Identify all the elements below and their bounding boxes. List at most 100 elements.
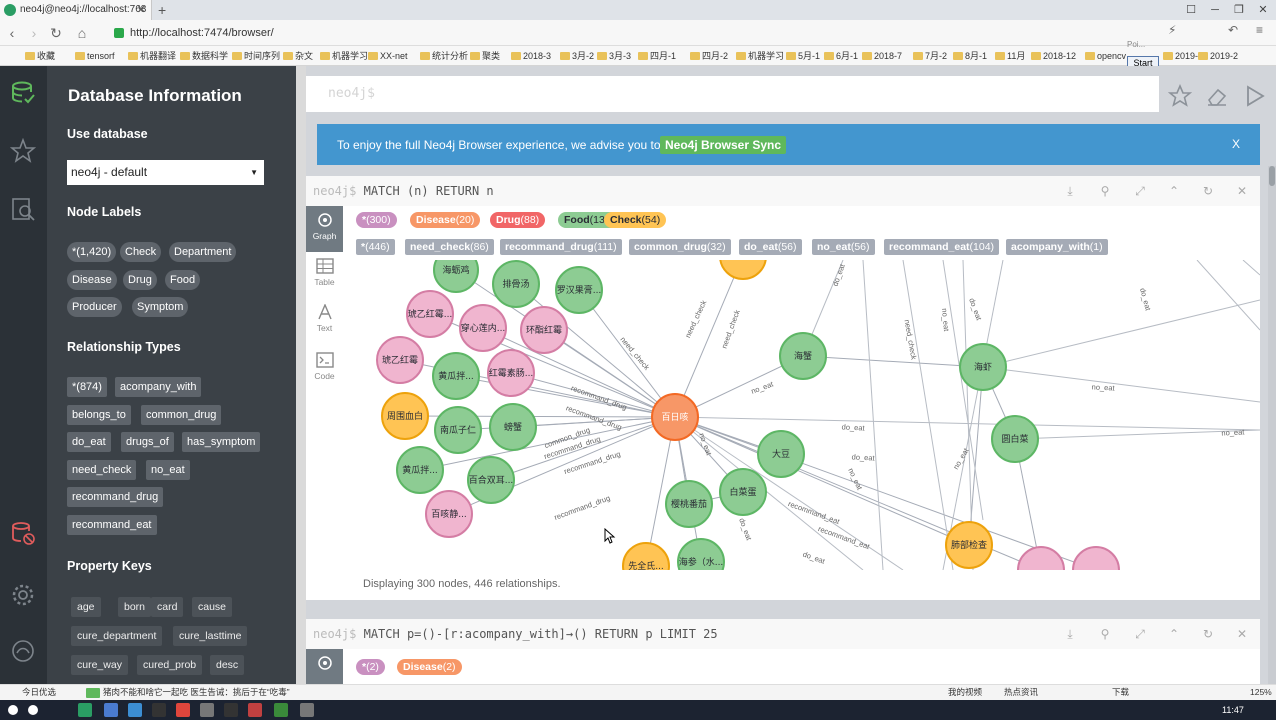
collapse-icon[interactable]: ⌃ xyxy=(1166,183,1182,199)
node-label-chip[interactable]: Drug(88) xyxy=(490,212,546,228)
bookmark-item[interactable]: XX-net xyxy=(368,46,408,65)
rerun-icon[interactable]: ↻ xyxy=(1200,626,1216,642)
node-label-pill[interactable]: Symptom xyxy=(132,297,189,317)
undo-icon[interactable]: ↶ xyxy=(1228,23,1238,37)
forward-icon[interactable]: › xyxy=(24,23,44,43)
relationship-type-chip[interactable]: recommand_eat(104) xyxy=(884,239,1000,255)
back-icon[interactable]: ‹ xyxy=(2,23,22,43)
close-frame-icon[interactable]: ✕ xyxy=(1234,626,1250,642)
tab-code[interactable]: Code xyxy=(306,346,343,392)
taskbar-app-icon[interactable] xyxy=(128,703,142,717)
relationship-type-chip[interactable]: common_drug(32) xyxy=(629,239,731,255)
bookmark-item[interactable]: 聚类 xyxy=(470,46,500,65)
status-zoom[interactable]: 125% xyxy=(1250,685,1272,700)
relationship-type-tag[interactable]: need_check xyxy=(67,460,137,480)
relationship-type-tag[interactable]: common_drug xyxy=(141,405,222,425)
bookmark-item[interactable]: 机器学习 xyxy=(736,46,784,65)
minimize-button[interactable]: ─ xyxy=(1204,0,1226,20)
bookmark-item[interactable]: 2019-2 xyxy=(1198,46,1238,65)
property-key-tag[interactable]: born xyxy=(118,597,152,617)
stream-scroll-thumb[interactable] xyxy=(1269,166,1275,186)
relationship-type-chip[interactable]: no_eat(56) xyxy=(812,239,875,255)
reload-icon[interactable]: ↻ xyxy=(46,23,66,43)
taskbar-app-icon[interactable] xyxy=(248,703,262,717)
browser-sync-link[interactable]: Neo4j Browser Sync xyxy=(660,136,787,154)
taskbar-app-icon[interactable] xyxy=(300,703,314,717)
run-query-play-icon[interactable] xyxy=(1243,84,1267,108)
drawer-scrollbar[interactable] xyxy=(296,66,306,684)
bookmark-item[interactable]: 2018-7 xyxy=(862,46,902,65)
bookmark-item[interactable]: 8月-1 xyxy=(953,46,987,65)
bookmark-item[interactable]: 11月 xyxy=(995,46,1025,65)
taskbar-app-icon[interactable] xyxy=(274,703,288,717)
bookmark-item[interactable]: 数据科学 xyxy=(180,46,228,65)
node-label-chip[interactable]: *(300) xyxy=(356,212,397,228)
tab-graph[interactable] xyxy=(306,649,343,684)
node-label-pill[interactable]: *(1,420) xyxy=(67,242,117,262)
taskbar-app-icon[interactable] xyxy=(28,705,38,715)
collapse-icon[interactable]: ⌃ xyxy=(1166,626,1182,642)
bookmark-item[interactable]: 5月-1 xyxy=(786,46,820,65)
bookmark-item[interactable]: 机器翻译 xyxy=(128,46,176,65)
taskbar-app-icon[interactable] xyxy=(224,703,238,717)
bookmark-item[interactable]: 四月-1 xyxy=(638,46,676,65)
node-label-pill[interactable]: Drug xyxy=(123,270,157,290)
status-left[interactable]: 今日优选 xyxy=(22,685,56,700)
node-label-chip[interactable]: Disease(20) xyxy=(410,212,481,228)
bookmark-item[interactable]: 2018-12 xyxy=(1031,46,1076,65)
bookmark-item[interactable]: 收藏 xyxy=(25,46,55,65)
node-label-pill[interactable]: Producer xyxy=(67,297,122,317)
bookmark-item[interactable]: 3月-3 xyxy=(597,46,631,65)
taskbar-app-icon[interactable] xyxy=(8,705,18,715)
node-label-pill[interactable]: Check xyxy=(120,242,162,262)
bookmark-item[interactable]: 时间序列 xyxy=(232,46,280,65)
graph-node[interactable] xyxy=(1072,546,1120,570)
relationship-type-chip[interactable]: acompany_with(1) xyxy=(1006,239,1108,255)
node-label-chip[interactable]: *(2) xyxy=(356,659,385,675)
relationship-type-tag[interactable]: no_eat xyxy=(146,460,190,480)
frame-query[interactable]: neo4j$ MATCH (n) RETURN n xyxy=(313,184,494,198)
bookmark-item[interactable]: 四月-2 xyxy=(690,46,728,65)
graph-visualization[interactable]: need_check need_checkrecommand_drugrecomm… xyxy=(343,260,1260,570)
relationship-type-tag[interactable]: do_eat xyxy=(67,432,111,452)
taskbar-app-icon[interactable] xyxy=(152,703,166,717)
settings-gear-icon[interactable] xyxy=(10,582,36,608)
relationship-type-chip[interactable]: need_check(86) xyxy=(405,239,494,255)
close-frame-icon[interactable]: ✕ xyxy=(1234,183,1250,199)
bookmark-item[interactable]: 杂文 xyxy=(283,46,313,65)
download-icon[interactable]: ⤓ xyxy=(1062,626,1078,642)
status-video[interactable]: 我的视频 xyxy=(948,685,982,700)
bookmark-item[interactable]: 机器学习 xyxy=(320,46,368,65)
status-download[interactable]: 下载 xyxy=(1112,685,1129,700)
close-tab-icon[interactable]: ✕ xyxy=(137,0,146,20)
clear-editor-eraser-icon[interactable] xyxy=(1205,84,1229,108)
bookmark-window-icon[interactable]: ☐ xyxy=(1180,0,1202,20)
new-tab-button[interactable]: + xyxy=(158,0,166,20)
property-key-tag[interactable]: card xyxy=(151,597,184,617)
taskbar-app-icon[interactable] xyxy=(200,703,214,717)
node-label-pill[interactable]: Disease xyxy=(67,270,117,290)
download-icon[interactable]: ⤓ xyxy=(1062,183,1078,199)
pin-icon[interactable]: ⚲ xyxy=(1097,183,1113,199)
property-key-tag[interactable]: cured_prob xyxy=(137,655,203,675)
favorites-star-icon[interactable] xyxy=(10,138,36,164)
disconnected-database-icon[interactable] xyxy=(10,520,36,546)
rerun-icon[interactable]: ↻ xyxy=(1200,183,1216,199)
tab-table[interactable]: Table xyxy=(306,252,343,298)
about-neo4j-icon[interactable] xyxy=(10,638,36,664)
taskbar-app-icon[interactable] xyxy=(104,703,118,717)
status-news[interactable]: 猪肉不能和啥它一起吃 医生告诫：挑后于在“吃毒” xyxy=(103,685,290,700)
pin-icon[interactable]: ⚲ xyxy=(1097,626,1113,642)
tab-graph[interactable]: Graph xyxy=(306,206,343,252)
favorite-query-star-icon[interactable] xyxy=(1168,84,1192,108)
relationship-type-tag[interactable]: recommand_drug xyxy=(67,487,164,507)
property-key-tag[interactable]: age xyxy=(71,597,101,617)
database-select[interactable]: neo4j - default ▼ xyxy=(67,160,264,185)
node-label-chip[interactable]: Disease(2) xyxy=(397,659,462,675)
node-label-pill[interactable]: Department xyxy=(169,242,237,262)
relationship-type-tag[interactable]: drugs_of xyxy=(121,432,174,452)
database-icon[interactable] xyxy=(10,80,36,106)
banner-close-button[interactable]: X xyxy=(1232,137,1240,151)
relationship-type-chip[interactable]: recommand_drug(111) xyxy=(500,239,622,255)
taskbar-app-icon[interactable] xyxy=(176,703,190,717)
